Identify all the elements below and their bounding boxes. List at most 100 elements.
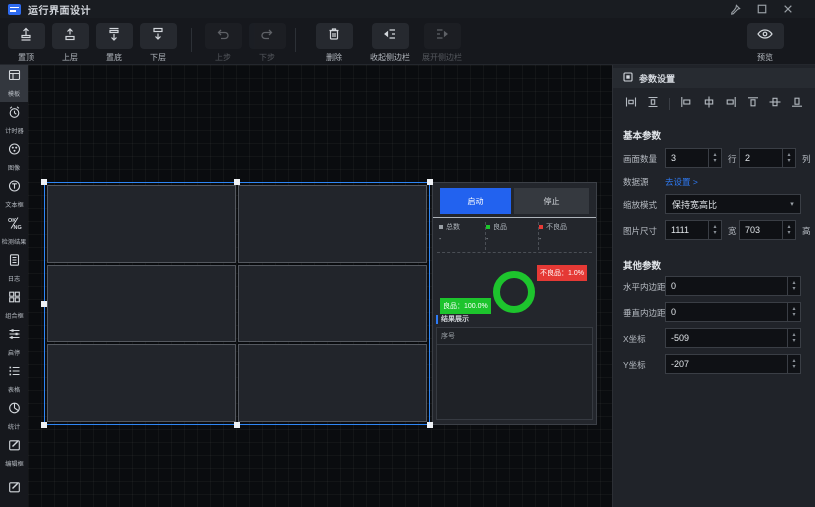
maximize-icon[interactable]	[757, 4, 767, 14]
align-left-icon[interactable]	[680, 95, 692, 113]
timer-icon	[7, 105, 22, 124]
good-dot-icon	[486, 225, 490, 229]
delete-button[interactable]: 删除	[312, 23, 356, 63]
h-padding-input[interactable]	[666, 277, 787, 295]
defect-dot-icon	[539, 225, 543, 229]
scale-mode-row: 缩放模式 保持宽高比 ▾	[613, 194, 815, 216]
rows-count-input[interactable]	[666, 149, 708, 167]
redo-icon	[259, 26, 275, 47]
data-source-link[interactable]: 去设置 >	[665, 176, 698, 188]
image-size-row: 图片尺寸 ▴▾ 宽 ▴▾ 高	[613, 220, 815, 242]
toolbar-separator	[295, 28, 296, 52]
undo-button[interactable]: 上步	[201, 23, 245, 63]
image-height-stepper[interactable]: ▴▾	[782, 221, 795, 239]
grid-cell[interactable]	[238, 185, 427, 263]
sidebar-item-textbox[interactable]: 文本框	[0, 176, 28, 213]
sidebar-item-editbox[interactable]: 编辑框	[0, 435, 28, 472]
design-canvas[interactable]: 启动 停止 总数 - 良品 - 不良品 - 不良品：1.0%	[28, 65, 612, 507]
send-to-back-button[interactable]: 置底	[92, 23, 136, 63]
sidebar-item-image[interactable]: 图像	[0, 139, 28, 176]
grid-cell[interactable]	[47, 265, 236, 343]
bring-to-front-button[interactable]: 置顶	[4, 23, 48, 63]
pie-icon	[7, 401, 22, 420]
eye-icon	[756, 26, 774, 47]
align-top-icon[interactable]	[747, 95, 759, 113]
v-padding-row: 垂直内边距 ▴▾	[613, 302, 815, 324]
rows-count-stepper[interactable]: ▴▾	[708, 149, 721, 167]
grid-widget[interactable]	[44, 182, 430, 425]
table-header: 序号	[437, 328, 592, 345]
window-title: 运行界面设计	[28, 2, 91, 17]
selection-handle[interactable]	[234, 422, 240, 428]
section-basic-params: 基本参数	[623, 128, 815, 140]
move-layer-up-icon	[62, 26, 78, 47]
scale-mode-select[interactable]: 保持宽高比 ▾	[665, 194, 801, 214]
detection-stats-widget[interactable]: 启动 停止 总数 - 良品 - 不良品 - 不良品：1.0%	[432, 182, 597, 425]
expand-sidebar-button[interactable]: 展开侧边栏	[420, 23, 464, 63]
align-center-vertical-icon[interactable]	[769, 95, 781, 113]
toolbar-label: 下步	[259, 52, 275, 63]
counter-total: 总数 -	[439, 222, 486, 250]
sidebar-item-statistics[interactable]: 统计	[0, 398, 28, 435]
collapse-sidebar-button[interactable]: 收起侧边栏	[368, 23, 412, 63]
x-coord-stepper[interactable]: ▴▾	[787, 329, 800, 347]
y-coord-stepper[interactable]: ▴▾	[787, 355, 800, 373]
sidebar-item-timer[interactable]: 计时器	[0, 102, 28, 139]
selection-handle[interactable]	[41, 179, 47, 185]
log-icon	[7, 253, 22, 272]
close-icon[interactable]	[783, 4, 793, 14]
preview-button[interactable]: 预览	[743, 23, 787, 63]
align-center-horizontal-icon[interactable]	[703, 95, 715, 113]
distribute-vertical-icon[interactable]	[647, 95, 659, 113]
move-layer-up-button[interactable]: 上层	[48, 23, 92, 63]
grid-cell[interactable]	[47, 185, 236, 263]
move-layer-down-button[interactable]: 下层	[136, 23, 180, 63]
redo-button[interactable]: 下步	[245, 23, 289, 63]
pin-icon[interactable]	[730, 4, 741, 15]
panel-header: 参数设置	[613, 68, 815, 88]
grid-cell[interactable]	[238, 344, 427, 422]
panel-title: 参数设置	[639, 72, 675, 85]
sidebar-item-combobox[interactable]: 组合框	[0, 287, 28, 324]
sidebar-item-detect-result[interactable]: OKNG 检测结果	[0, 213, 28, 250]
image-width-stepper[interactable]: ▴▾	[708, 221, 721, 239]
v-padding-stepper[interactable]: ▴▾	[787, 303, 800, 321]
sidebar-item-table[interactable]: 表格	[0, 361, 28, 398]
sidebar-item-template[interactable]: 模板	[0, 65, 28, 102]
text-icon	[7, 179, 22, 198]
y-coord-input[interactable]	[666, 355, 787, 373]
selection-handle[interactable]	[41, 422, 47, 428]
sidebar-item-log[interactable]: 日志	[0, 250, 28, 287]
sidebar-item-12[interactable]	[0, 472, 28, 507]
h-padding-stepper[interactable]: ▴▾	[787, 277, 800, 295]
counter-good: 良品 -	[486, 222, 539, 250]
grid-cell[interactable]	[47, 344, 236, 422]
svg-text:NG: NG	[13, 225, 21, 230]
selection-handle[interactable]	[41, 301, 47, 307]
image-width-input[interactable]	[666, 221, 708, 239]
total-dot-icon	[439, 225, 443, 229]
align-right-icon[interactable]	[725, 95, 737, 113]
selection-handle[interactable]	[234, 179, 240, 185]
settings-icon	[623, 72, 633, 84]
cols-count-input[interactable]	[740, 149, 782, 167]
image-height-input[interactable]	[740, 221, 782, 239]
properties-panel: 参数设置 基本参数 画面数量 ▴▾ 行 ▴▾ 列	[612, 65, 815, 507]
ok-ng-icon: OKNG	[7, 216, 22, 235]
x-coord-input[interactable]	[666, 329, 787, 347]
v-padding-input[interactable]	[666, 303, 787, 321]
distribute-horizontal-icon[interactable]	[625, 95, 637, 113]
sidebar-item-startstop[interactable]: 启停	[0, 324, 28, 361]
widget-sidebar: 模板 计时器 图像 文本框 OKNG 检测结果 日志 组合框 启停	[0, 65, 28, 507]
align-bottom-icon[interactable]	[791, 95, 803, 113]
selection-handle[interactable]	[427, 179, 433, 185]
grid-cell[interactable]	[238, 265, 427, 343]
toolbar-label: 删除	[326, 52, 342, 63]
chevron-down-icon: ▾	[784, 195, 800, 213]
result-table[interactable]: 序号	[436, 327, 593, 420]
start-button[interactable]: 启动	[440, 188, 511, 214]
cols-count-stepper[interactable]: ▴▾	[782, 149, 795, 167]
app-logo-icon	[8, 4, 21, 15]
selection-handle[interactable]	[427, 422, 433, 428]
stop-button[interactable]: 停止	[514, 188, 589, 214]
